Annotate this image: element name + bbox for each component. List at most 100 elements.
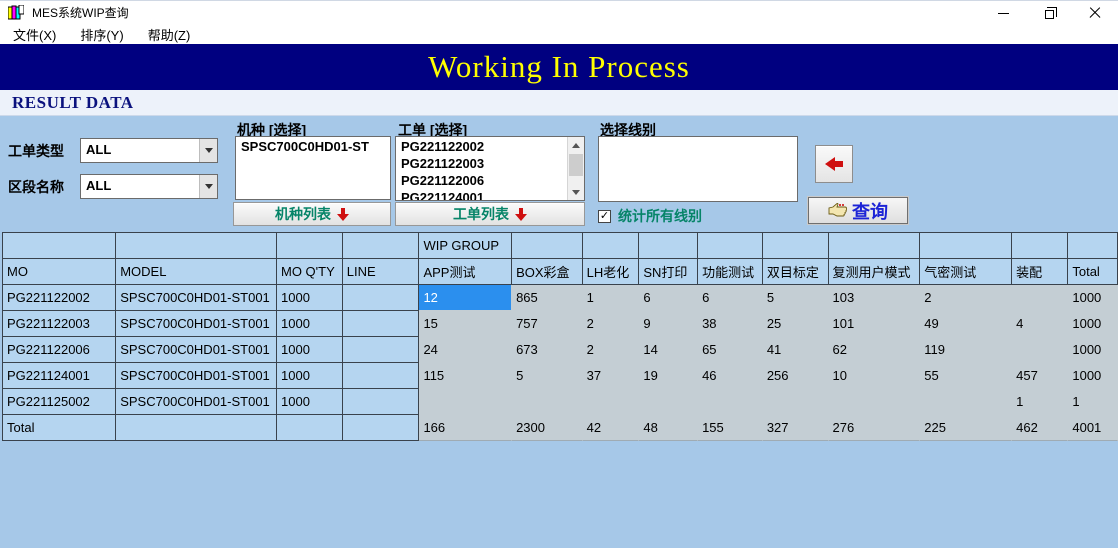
table-cell[interactable]: 38: [698, 311, 763, 337]
table-cell[interactable]: PG221122002: [3, 285, 116, 311]
table-cell[interactable]: [639, 389, 698, 415]
table-cell[interactable]: [343, 311, 420, 337]
table-cell[interactable]: 276: [829, 415, 921, 441]
table-cell[interactable]: SPSC700C0HD01-ST001: [116, 337, 277, 363]
table-cell[interactable]: 25: [763, 311, 829, 337]
table-cell[interactable]: 155: [698, 415, 763, 441]
scrollbar[interactable]: [567, 137, 584, 200]
table-cell[interactable]: 865: [512, 285, 583, 311]
table-cell[interactable]: 101: [829, 311, 921, 337]
table-cell[interactable]: 46: [698, 363, 763, 389]
menu-sort[interactable]: 排序(Y): [77, 24, 126, 45]
table-cell[interactable]: [343, 363, 420, 389]
table-cell[interactable]: 457: [1012, 363, 1068, 389]
table-cell[interactable]: SPSC700C0HD01-ST001: [116, 311, 277, 337]
table-cell[interactable]: 462: [1012, 415, 1068, 441]
table-cell[interactable]: 4: [1012, 311, 1068, 337]
scrollbar-thumb[interactable]: [569, 154, 583, 176]
workorder-list-item[interactable]: PG221124001: [396, 189, 567, 200]
table-cell[interactable]: [277, 415, 343, 441]
table-cell[interactable]: PG221124001: [3, 363, 116, 389]
line-listbox[interactable]: [598, 136, 798, 202]
table-cell[interactable]: 1000: [277, 285, 343, 311]
table-cell[interactable]: 48: [639, 415, 698, 441]
table-cell[interactable]: 49: [920, 311, 1012, 337]
table-cell[interactable]: 103: [829, 285, 921, 311]
table-cell[interactable]: 15: [419, 311, 512, 337]
table-cell[interactable]: SPSC700C0HD01-ST001: [116, 285, 277, 311]
table-cell[interactable]: 1000: [277, 389, 343, 415]
workorder-listbox[interactable]: PG221122002PG221122003PG221122006PG22112…: [395, 136, 585, 201]
table-cell[interactable]: [698, 389, 763, 415]
workorder-list-item[interactable]: PG221122003: [396, 155, 567, 172]
checkbox-checked-icon[interactable]: ✓: [598, 210, 611, 223]
table-cell[interactable]: [343, 285, 420, 311]
model-listbox[interactable]: SPSC700C0HD01-ST: [235, 136, 391, 200]
table-cell[interactable]: 2: [583, 311, 640, 337]
table-cell[interactable]: [512, 389, 583, 415]
move-left-button[interactable]: [815, 145, 853, 183]
table-cell[interactable]: 1: [583, 285, 640, 311]
table-cell[interactable]: 1000: [277, 311, 343, 337]
table-cell[interactable]: 1000: [1068, 363, 1118, 389]
scroll-up-icon[interactable]: [568, 137, 584, 153]
table-cell[interactable]: SPSC700C0HD01-ST001: [116, 363, 277, 389]
table-cell[interactable]: [583, 389, 640, 415]
table-cell[interactable]: 1: [1012, 389, 1068, 415]
table-cell[interactable]: [419, 389, 512, 415]
menu-file[interactable]: 文件(X): [10, 24, 59, 45]
table-cell[interactable]: 115: [419, 363, 512, 389]
section-name-select[interactable]: ALL: [80, 174, 218, 199]
table-cell[interactable]: 673: [512, 337, 583, 363]
table-cell[interactable]: SPSC700C0HD01-ST001: [116, 389, 277, 415]
workorder-list-item[interactable]: PG221122006: [396, 172, 567, 189]
table-cell[interactable]: 42: [583, 415, 640, 441]
table-cell[interactable]: 327: [763, 415, 829, 441]
table-cell[interactable]: 37: [583, 363, 640, 389]
order-type-select[interactable]: ALL: [80, 138, 218, 163]
table-cell[interactable]: 10: [829, 363, 921, 389]
table-cell[interactable]: PG221122003: [3, 311, 116, 337]
workorder-list-item[interactable]: PG221122002: [396, 138, 567, 155]
table-cell[interactable]: 62: [829, 337, 921, 363]
table-cell[interactable]: 9: [639, 311, 698, 337]
table-cell[interactable]: [1012, 337, 1068, 363]
table-cell[interactable]: 41: [763, 337, 829, 363]
close-button[interactable]: [1072, 1, 1118, 25]
menu-help[interactable]: 帮助(Z): [145, 24, 194, 45]
table-cell[interactable]: 19: [639, 363, 698, 389]
table-cell[interactable]: 55: [920, 363, 1012, 389]
table-cell[interactable]: 65: [698, 337, 763, 363]
query-button[interactable]: 查询: [808, 197, 908, 224]
table-cell[interactable]: 1: [1068, 389, 1118, 415]
table-cell[interactable]: 4001: [1068, 415, 1118, 441]
selected-cell[interactable]: 12: [419, 285, 512, 311]
scroll-down-icon[interactable]: [568, 184, 584, 200]
table-cell[interactable]: [343, 337, 420, 363]
table-cell[interactable]: [920, 389, 1012, 415]
table-cell[interactable]: PG221122006: [3, 337, 116, 363]
model-list-button[interactable]: 机种列表: [233, 202, 391, 226]
table-cell[interactable]: 2: [583, 337, 640, 363]
table-cell[interactable]: 119: [920, 337, 1012, 363]
table-cell[interactable]: 256: [763, 363, 829, 389]
table-cell[interactable]: 225: [920, 415, 1012, 441]
table-cell[interactable]: 6: [698, 285, 763, 311]
table-cell[interactable]: 1000: [277, 363, 343, 389]
table-cell[interactable]: PG221125002: [3, 389, 116, 415]
table-cell[interactable]: 5: [763, 285, 829, 311]
table-cell[interactable]: 14: [639, 337, 698, 363]
table-cell[interactable]: 5: [512, 363, 583, 389]
table-cell[interactable]: 24: [419, 337, 512, 363]
table-cell[interactable]: [343, 415, 420, 441]
table-cell[interactable]: 1000: [277, 337, 343, 363]
table-cell[interactable]: 757: [512, 311, 583, 337]
minimize-button[interactable]: [980, 1, 1026, 25]
table-cell[interactable]: [343, 389, 420, 415]
table-cell[interactable]: [1012, 285, 1068, 311]
restore-button[interactable]: [1026, 1, 1072, 25]
chevron-down-icon[interactable]: [199, 175, 217, 198]
workorder-list-button[interactable]: 工单列表: [395, 202, 585, 226]
table-cell[interactable]: [763, 389, 829, 415]
chevron-down-icon[interactable]: [199, 139, 217, 162]
